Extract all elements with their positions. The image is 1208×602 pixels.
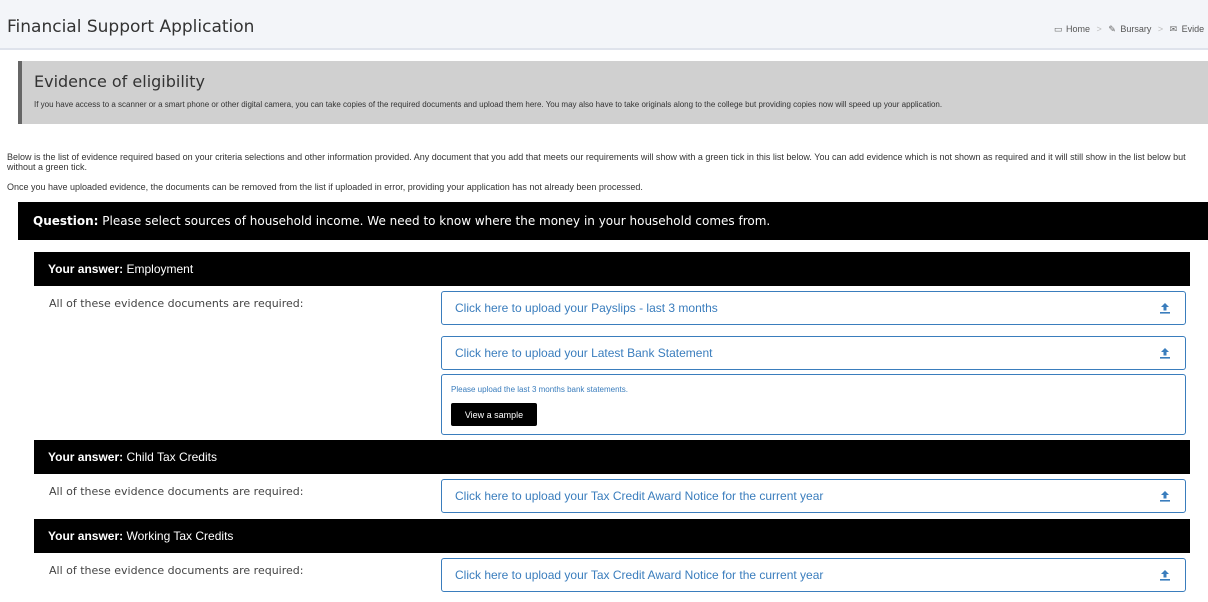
answer-bar-child-tax-credits: Your answer: Child Tax Credits [34,440,1190,474]
edit-icon: ✎ [1108,24,1116,34]
bank-statement-note: Please upload the last 3 months bank sta… [441,374,1186,435]
evidence-description: If you have access to a scanner or a sma… [34,100,943,109]
upload-icon [1160,348,1170,359]
question-bar: Question: Please select sources of house… [18,202,1208,240]
laptop-icon: ▭ [1054,24,1063,34]
breadcrumb-item-evidence[interactable]: ✉ Evide [1170,24,1205,34]
upload-icon [1160,570,1170,581]
upload-label: Click here to upload your Tax Credit Awa… [455,489,824,503]
upload-label: Click here to upload your Tax Credit Awa… [455,568,824,582]
upload-icon [1160,491,1170,502]
answer-bar-employment: Your answer: Employment [34,252,1190,286]
page-title: Evidence of eligibility [34,72,205,91]
upload-label: Click here to upload your Payslips - las… [455,301,718,315]
upload-icon [1160,303,1170,314]
breadcrumb-separator: > [1096,24,1102,34]
upload-payslips-button[interactable]: Click here to upload your Payslips - las… [441,291,1186,325]
answer-prefix: Your answer: [48,450,124,464]
envelope-icon: ✉ [1169,24,1178,34]
upload-label: Click here to upload your Latest Bank St… [455,346,713,360]
intro-text-removal: Once you have uploaded evidence, the doc… [7,182,643,192]
breadcrumb-item-bursary[interactable]: ✎ Bursary [1108,24,1154,34]
breadcrumb: ▭ Home > ✎ Bursary > ✉ Evide [1054,24,1204,35]
breadcrumb-separator: > [1157,24,1164,34]
answer-bar-working-tax-credits: Your answer: Working Tax Credits [34,519,1190,553]
answer-value: Child Tax Credits [123,450,217,464]
question-text: Please select sources of household incom… [98,214,771,228]
required-text: All of these evidence documents are requ… [49,297,304,310]
required-text: All of these evidence documents are requ… [49,485,304,498]
answer-prefix: Your answer: [48,262,124,276]
note-text: Please upload the last 3 months bank sta… [451,385,628,394]
upload-bank-statement-button[interactable]: Click here to upload your Latest Bank St… [441,336,1186,370]
answer-value: Employment [123,262,194,276]
upload-tax-credit-notice-button[interactable]: Click here to upload your Tax Credit Awa… [441,479,1186,513]
question-prefix: Question: [33,214,99,228]
answer-value: Working Tax Credits [123,529,234,543]
app-title: Financial Support Application [7,17,255,37]
intro-text: Below is the list of evidence required b… [7,152,1186,172]
upload-tax-credit-notice-button[interactable]: Click here to upload your Tax Credit Awa… [441,558,1186,592]
breadcrumb-item-home[interactable]: ▭ Home [1054,24,1093,34]
required-text: All of these evidence documents are requ… [49,564,304,577]
top-bar: Financial Support Application ▭ Home > ✎ B… [0,0,1208,50]
evidence-panel: Evidence of eligibility If you have acce… [18,61,1208,124]
answer-prefix: Your answer: [48,529,124,543]
view-sample-button[interactable]: View a sample [451,403,537,426]
